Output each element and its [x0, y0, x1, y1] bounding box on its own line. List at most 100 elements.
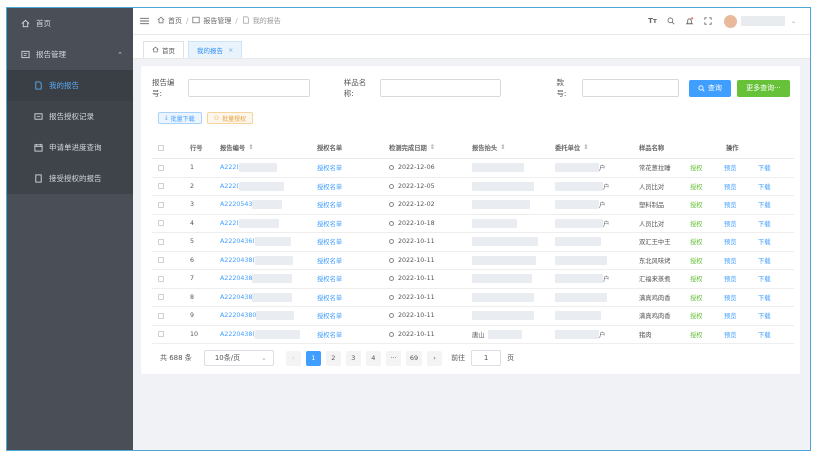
preview-button[interactable]: 预览: [724, 330, 758, 339]
avatar[interactable]: [723, 14, 737, 28]
batch-auth-button[interactable]: ⚇ 批量授权: [206, 112, 254, 124]
tab-my-reports[interactable]: 我的报告 ×: [188, 41, 243, 58]
sample-name-input[interactable]: [379, 79, 502, 97]
auth-button[interactable]: 授权: [690, 330, 724, 339]
sort-icon[interactable]: ⇕: [583, 144, 588, 151]
report-no-link[interactable]: A222(: [220, 164, 239, 171]
download-button[interactable]: 下载: [758, 219, 792, 228]
page-2[interactable]: 2: [325, 350, 341, 366]
auth-button[interactable]: 授权: [690, 256, 724, 265]
sidebar-item-auth-records[interactable]: 报告授权记录: [7, 101, 133, 132]
download-button[interactable]: 下载: [758, 311, 792, 320]
row-checkbox[interactable]: [158, 294, 164, 301]
row-checkbox[interactable]: [158, 164, 164, 171]
auth-button[interactable]: 授权: [690, 237, 724, 246]
download-button[interactable]: 下载: [758, 274, 792, 283]
report-no-link[interactable]: A2220438: [220, 294, 252, 301]
page-size-select[interactable]: 10条/页 ⌄: [203, 350, 274, 366]
download-button[interactable]: 下载: [758, 330, 792, 339]
download-button[interactable]: 下载: [758, 256, 792, 265]
auth-button[interactable]: 授权: [690, 293, 724, 302]
cell-report-no[interactable]: A2220438(: [218, 255, 317, 265]
preview-button[interactable]: 预览: [724, 274, 758, 283]
prev-page-button[interactable]: ‹: [285, 350, 301, 366]
sidebar-item-progress[interactable]: 申请单进度查询: [7, 132, 133, 163]
auth-button[interactable]: 授权: [690, 163, 724, 172]
sidebar-group-report[interactable]: 报告管理 ⌃: [7, 39, 133, 70]
bell-icon[interactable]: [685, 16, 694, 26]
row-checkbox[interactable]: [158, 257, 164, 264]
header-date[interactable]: 检测完成日期 ⇕: [389, 143, 472, 152]
page-ellipsis[interactable]: ···: [385, 350, 401, 366]
auth-list-link[interactable]: 授权名单: [317, 200, 342, 209]
report-no-link[interactable]: A2220438(: [220, 257, 255, 264]
cell-report-no[interactable]: A2220436(: [218, 237, 317, 247]
next-page-button[interactable]: ›: [427, 350, 443, 366]
page-1[interactable]: 1: [305, 350, 321, 366]
cell-report-no[interactable]: A22204380: [218, 311, 317, 321]
download-button[interactable]: 下载: [758, 293, 792, 302]
row-checkbox[interactable]: [158, 220, 164, 227]
report-no-link[interactable]: A222(: [220, 183, 239, 190]
row-checkbox[interactable]: [158, 201, 164, 208]
preview-button[interactable]: 预览: [724, 219, 758, 228]
auth-button[interactable]: 授权: [690, 311, 724, 320]
row-checkbox[interactable]: [158, 312, 164, 319]
auth-list-link[interactable]: 授权名单: [317, 182, 342, 191]
model-input[interactable]: [582, 79, 679, 97]
page-69[interactable]: 69: [405, 350, 423, 366]
page-4[interactable]: 4: [365, 350, 381, 366]
cell-report-no[interactable]: A2220543: [218, 200, 317, 210]
batch-download-button[interactable]: ⤓ 批量下载: [158, 112, 202, 124]
font-size-icon[interactable]: Tт: [648, 17, 657, 25]
preview-button[interactable]: 预览: [724, 311, 758, 320]
sort-icon[interactable]: ⇕: [430, 144, 435, 151]
download-button[interactable]: 下载: [758, 163, 792, 172]
sort-icon[interactable]: ⇕: [248, 144, 253, 151]
preview-button[interactable]: 预览: [724, 256, 758, 265]
report-no-link[interactable]: A2220436(: [220, 238, 255, 245]
auth-list-link[interactable]: 授权名单: [317, 311, 342, 320]
sidebar-item-home[interactable]: 首页: [7, 8, 133, 39]
breadcrumb-home[interactable]: 首页: [168, 16, 182, 26]
download-button[interactable]: 下载: [758, 200, 792, 209]
auth-button[interactable]: 授权: [690, 200, 724, 209]
report-no-link[interactable]: A2220438(: [220, 331, 255, 338]
auth-list-link[interactable]: 授权名单: [317, 219, 342, 228]
preview-button[interactable]: 预览: [724, 293, 758, 302]
report-no-link[interactable]: A2220438: [220, 275, 252, 282]
auth-list-link[interactable]: 授权名单: [317, 330, 342, 339]
cell-report-no[interactable]: A2220438: [218, 274, 317, 284]
header-client[interactable]: 委托单位 ⇕: [555, 143, 639, 152]
auth-list-link[interactable]: 授权名单: [317, 293, 342, 302]
download-button[interactable]: 下载: [758, 237, 792, 246]
fullscreen-icon[interactable]: [704, 17, 712, 25]
sort-icon[interactable]: ⇕: [500, 144, 505, 151]
close-icon[interactable]: ×: [228, 46, 233, 54]
header-report-head[interactable]: 报告抬头 ⇕: [472, 143, 555, 152]
page-3[interactable]: 3: [345, 350, 361, 366]
header-report-no[interactable]: 报告编号 ⇕: [218, 143, 317, 152]
download-button[interactable]: 下载: [758, 182, 792, 191]
report-no-link[interactable]: A222(: [220, 220, 239, 227]
auth-button[interactable]: 授权: [690, 182, 724, 191]
search-button[interactable]: 查询: [688, 79, 731, 97]
report-no-input[interactable]: [187, 79, 310, 97]
cell-report-no[interactable]: A222(: [218, 163, 317, 173]
sidebar-item-my-reports[interactable]: 我的报告: [7, 70, 133, 101]
tab-home[interactable]: 首页: [143, 41, 184, 58]
goto-input[interactable]: 1: [471, 350, 502, 366]
cell-report-no[interactable]: A2220438: [218, 292, 317, 302]
preview-button[interactable]: 预览: [724, 163, 758, 172]
search-icon[interactable]: [667, 17, 675, 25]
cell-report-no[interactable]: A2220438(: [218, 329, 317, 339]
auth-button[interactable]: 授权: [690, 274, 724, 283]
report-no-link[interactable]: A2220543: [220, 201, 252, 208]
row-checkbox[interactable]: [158, 183, 164, 190]
preview-button[interactable]: 预览: [724, 182, 758, 191]
breadcrumb-report-manage[interactable]: 报告管理: [203, 16, 231, 26]
row-checkbox[interactable]: [158, 331, 164, 338]
chevron-down-icon[interactable]: ⌄: [791, 18, 796, 25]
menu-toggle-icon[interactable]: [140, 17, 149, 25]
cell-report-no[interactable]: A222(: [218, 218, 317, 228]
